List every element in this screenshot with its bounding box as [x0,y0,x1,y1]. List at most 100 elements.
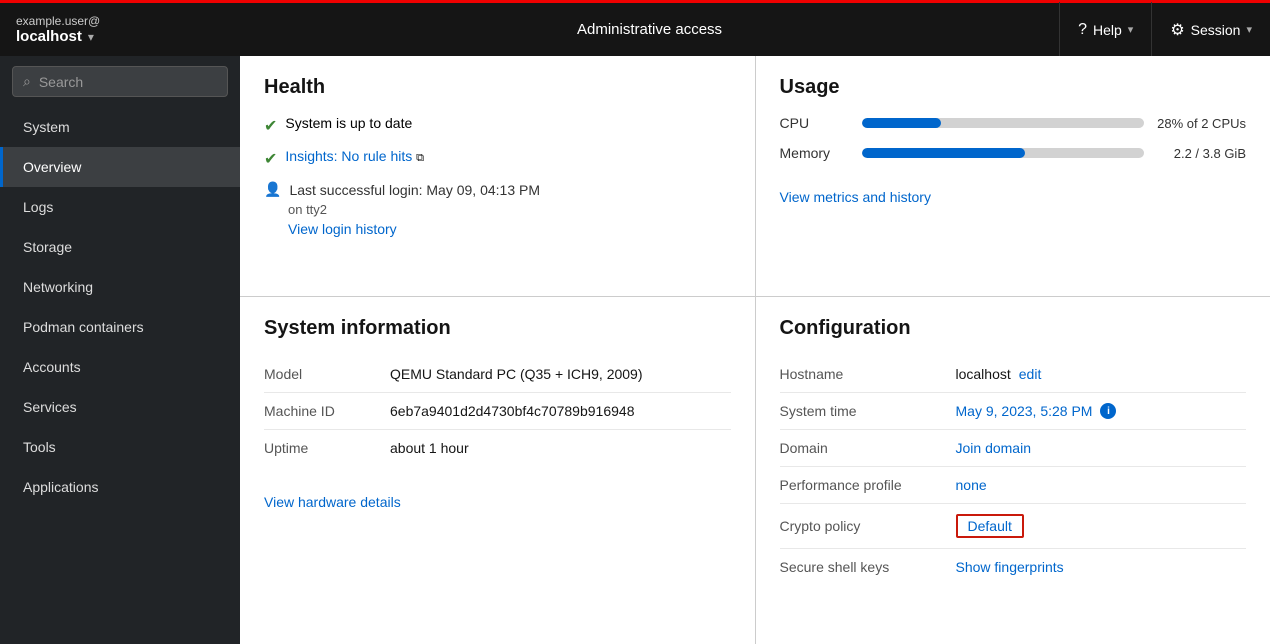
performance-profile-row: Performance profile none [780,467,1247,504]
system-time-info-icon[interactable]: i [1100,403,1116,419]
help-button[interactable]: ? Help ▾ [1059,2,1151,58]
system-time-value: May 9, 2023, 5:28 PM i [956,403,1117,419]
crypto-policy-link[interactable]: Default [956,514,1024,538]
content-area: Health ✔ System is up to date ✔ Insights… [240,56,1270,644]
health-status-item: ✔ System is up to date [264,115,731,136]
sidebar: ⌕ System Overview Logs Storage Networkin… [0,56,240,644]
sidebar-item-podman[interactable]: Podman containers [0,307,240,347]
domain-key: Domain [780,440,940,456]
system-info-title: System information [264,317,731,340]
sidebar-item-services[interactable]: Services [0,387,240,427]
brand-chevron-icon: ▾ [88,30,94,44]
sidebar-item-accounts[interactable]: Accounts [0,347,240,387]
help-label: Help [1093,22,1122,38]
external-link-icon: ⧉ [416,152,424,164]
hostname-text: localhost [956,366,1011,382]
session-label: Session [1191,22,1241,38]
sidebar-item-tools[interactable]: Tools [0,427,240,467]
model-row: Model QEMU Standard PC (Q35 + ICH9, 2009… [264,356,731,393]
memory-usage-row: Memory 2.2 / 3.8 GiB [780,145,1247,161]
system-info-footer: View hardware details [264,482,731,510]
memory-progress-bg [862,148,1145,158]
health-title: Health [264,76,731,99]
crypto-policy-value: Default [956,514,1024,538]
uptime-key: Uptime [264,440,374,456]
insights-link[interactable]: Insights: No rule hits [285,148,412,164]
model-value: QEMU Standard PC (Q35 + ICH9, 2009) [390,366,643,382]
login-tty: on tty2 [288,202,731,217]
system-info-panel: System information Model QEMU Standard P… [240,297,755,644]
health-panel: Health ✔ System is up to date ✔ Insights… [240,56,755,296]
health-status: System is up to date [285,115,412,131]
memory-progress-fill [862,148,1026,158]
domain-row: Domain Join domain [780,430,1247,467]
memory-label: Memory [780,145,850,161]
performance-profile-value: none [956,477,987,493]
top-header: example.user@ localhost ▾ Administrative… [0,0,1270,56]
session-chevron-icon: ▾ [1246,23,1252,36]
brand[interactable]: example.user@ localhost ▾ [0,14,240,45]
help-icon: ? [1078,21,1087,39]
person-icon: 👤 [264,181,281,198]
performance-profile-link[interactable]: none [956,477,987,493]
configuration-title: Configuration [780,317,1247,340]
crypto-policy-key: Crypto policy [780,518,940,534]
system-time-link[interactable]: May 9, 2023, 5:28 PM [956,403,1093,419]
hostname-edit-link[interactable]: edit [1019,366,1042,382]
session-button[interactable]: ⚙ Session ▾ [1151,2,1270,58]
gear-icon: ⚙ [1170,20,1184,40]
cpu-usage-row: CPU 28% of 2 CPUs [780,115,1247,131]
header-right: ? Help ▾ ⚙ Session ▾ [1059,2,1270,58]
configuration-panel: Configuration Hostname localhost edit Sy… [756,297,1270,644]
usage-title: Usage [780,76,1247,99]
domain-value: Join domain [956,440,1032,456]
search-icon: ⌕ [23,73,31,90]
login-label: Last successful login: May 09, 04:13 PM [289,182,540,198]
secure-shell-key: Secure shell keys [780,559,940,575]
crypto-policy-row: Crypto policy Default [780,504,1247,549]
system-time-row: System time May 9, 2023, 5:28 PM i [780,393,1247,430]
cpu-label: CPU [780,115,850,131]
cpu-progress-fill [862,118,941,128]
memory-value: 2.2 / 3.8 GiB [1156,146,1246,161]
system-time-key: System time [780,403,940,419]
system-info-table: Model QEMU Standard PC (Q35 + ICH9, 2009… [264,356,731,466]
login-info-row: 👤 Last successful login: May 09, 04:13 P… [264,181,731,198]
hostname-value: localhost edit [956,366,1042,382]
machine-id-row: Machine ID 6eb7a9401d2d4730bf4c70789b916… [264,393,731,430]
sidebar-item-storage[interactable]: Storage [0,227,240,267]
uptime-value: about 1 hour [390,440,469,456]
search-input[interactable] [39,74,217,90]
view-metrics-link[interactable]: View metrics and history [780,189,931,205]
admin-access-label: Administrative access [577,21,722,38]
usage-panel: Usage CPU 28% of 2 CPUs Memory 2.2 / 3.8… [756,56,1270,296]
check-icon: ✔ [264,116,277,136]
uptime-row: Uptime about 1 hour [264,430,731,466]
login-info: 👤 Last successful login: May 09, 04:13 P… [264,181,731,237]
machine-id-value: 6eb7a9401d2d4730bf4c70789b916948 [390,403,634,419]
health-insights-item: ✔ Insights: No rule hits ⧉ [264,148,731,169]
view-login-history-link[interactable]: View login history [288,221,397,237]
search-box[interactable]: ⌕ [12,66,228,97]
sidebar-item-overview[interactable]: Overview [0,147,240,187]
secure-shell-value: Show fingerprints [956,559,1064,575]
sidebar-item-logs[interactable]: Logs [0,187,240,227]
brand-hostname: localhost [16,28,82,45]
main-layout: ⌕ System Overview Logs Storage Networkin… [0,56,1270,644]
model-key: Model [264,366,374,382]
secure-shell-row: Secure shell keys Show fingerprints [780,549,1247,585]
header-center: Administrative access [240,21,1059,38]
domain-link[interactable]: Join domain [956,440,1032,456]
help-chevron-icon: ▾ [1128,23,1134,36]
cpu-progress-bg [862,118,1145,128]
machine-id-key: Machine ID [264,403,374,419]
usage-footer: View metrics and history [780,177,1247,205]
view-hardware-link[interactable]: View hardware details [264,494,401,510]
secure-shell-link[interactable]: Show fingerprints [956,559,1064,575]
sidebar-item-networking[interactable]: Networking [0,267,240,307]
sidebar-item-system[interactable]: System [0,107,240,147]
brand-username: example.user@ [16,14,100,28]
sidebar-item-applications[interactable]: Applications [0,467,240,507]
cpu-value: 28% of 2 CPUs [1156,116,1246,131]
hostname-key: Hostname [780,366,940,382]
